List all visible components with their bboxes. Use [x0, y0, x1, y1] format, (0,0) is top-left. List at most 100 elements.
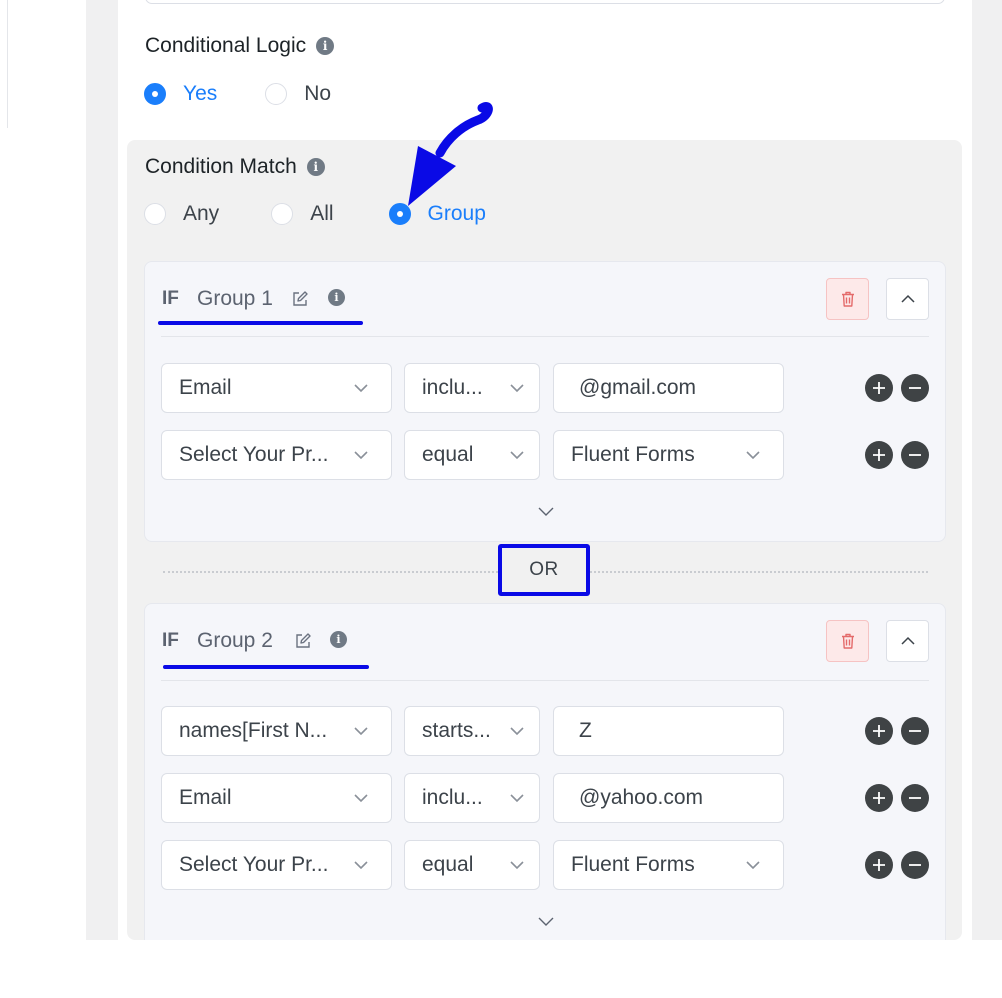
- trash-icon: [841, 291, 854, 307]
- operator-select-value: inclu...: [422, 786, 483, 809]
- remove-condition-button[interactable]: [901, 851, 929, 879]
- chevron-down-icon: [354, 451, 368, 460]
- radio-dot[interactable]: [144, 203, 166, 225]
- field-select-value: Select Your Pr...: [179, 853, 329, 876]
- group-name: Group 2: [197, 629, 273, 652]
- value-input[interactable]: @gmail.com: [553, 363, 784, 413]
- add-condition-button[interactable]: [865, 441, 893, 469]
- radio-no-label: No: [304, 82, 332, 105]
- edit-icon[interactable]: [291, 290, 309, 308]
- delete-group-button[interactable]: [826, 620, 869, 662]
- value-input[interactable]: @yahoo.com: [553, 773, 784, 823]
- trash-icon: [841, 633, 854, 649]
- conditional-logic-heading: Conditional Logic i: [145, 34, 335, 58]
- chevron-down-icon: [354, 727, 368, 736]
- radio-no[interactable]: No: [265, 82, 331, 106]
- chevron-down-icon: [354, 794, 368, 803]
- expand-chevron-icon[interactable]: [538, 505, 554, 517]
- previous-field-edge: [145, 0, 945, 4]
- chevron-down-icon: [510, 727, 524, 736]
- radio-yes[interactable]: Yes: [144, 82, 217, 106]
- operator-select[interactable]: equal: [404, 430, 540, 480]
- bottom-blank-area: [0, 940, 1002, 998]
- or-divider-right: [590, 571, 928, 573]
- remove-condition-button[interactable]: [901, 717, 929, 745]
- minus-circle-icon: [909, 454, 921, 456]
- operator-select[interactable]: inclu...: [404, 363, 540, 413]
- or-label: OR: [529, 559, 559, 580]
- chevron-down-icon: [510, 384, 524, 393]
- chevron-up-icon: [900, 294, 915, 303]
- minus-circle-icon: [909, 797, 921, 799]
- add-condition-button[interactable]: [865, 851, 893, 879]
- info-icon[interactable]: i: [306, 158, 325, 176]
- operator-select-value: equal: [422, 443, 474, 466]
- condition-group-1: IF Group 1 i Email inclu... @gmail.com S…: [144, 261, 946, 542]
- add-condition-button[interactable]: [865, 374, 893, 402]
- operator-select-value: starts...: [422, 719, 491, 742]
- remove-condition-button[interactable]: [901, 784, 929, 812]
- field-select[interactable]: names[First N...: [161, 706, 392, 756]
- chevron-down-icon: [510, 794, 524, 803]
- operator-select[interactable]: starts...: [404, 706, 540, 756]
- plus-circle-icon: [873, 725, 885, 737]
- value-input-text: @gmail.com: [579, 376, 697, 399]
- annotation-underline: [163, 665, 369, 669]
- add-condition-button[interactable]: [865, 784, 893, 812]
- info-icon[interactable]: i: [330, 631, 347, 648]
- group-header: IF Group 2 i: [145, 604, 945, 680]
- radio-all-label: All: [310, 202, 334, 225]
- condition-group-2: IF Group 2 i names[First N... starts... …: [144, 603, 946, 948]
- value-input[interactable]: Z: [553, 706, 784, 756]
- operator-select-value: equal: [422, 853, 474, 876]
- remove-condition-button[interactable]: [901, 441, 929, 469]
- minus-circle-icon: [909, 387, 921, 389]
- minus-circle-icon: [909, 730, 921, 732]
- plus-circle-icon: [873, 859, 885, 871]
- radio-any-label: Any: [183, 202, 220, 225]
- remove-condition-button[interactable]: [901, 374, 929, 402]
- operator-select[interactable]: inclu...: [404, 773, 540, 823]
- radio-dot[interactable]: [265, 83, 288, 105]
- info-icon[interactable]: i: [316, 37, 335, 55]
- condition-match-heading: Condition Match i: [145, 155, 325, 179]
- value-select[interactable]: Fluent Forms: [553, 430, 784, 480]
- value-select[interactable]: Fluent Forms: [553, 840, 784, 890]
- group-name: Group 1: [197, 287, 273, 310]
- operator-select[interactable]: equal: [404, 840, 540, 890]
- collapse-group-button[interactable]: [886, 620, 929, 662]
- expand-chevron-icon[interactable]: [538, 915, 554, 927]
- field-select-value: Select Your Pr...: [179, 443, 329, 466]
- field-select[interactable]: Select Your Pr...: [161, 840, 392, 890]
- chevron-up-icon: [900, 636, 915, 645]
- add-condition-button[interactable]: [865, 717, 893, 745]
- value-input-text: Z: [579, 719, 592, 742]
- conditional-logic-label: Conditional Logic: [145, 34, 307, 57]
- condition-match-label: Condition Match: [145, 155, 297, 178]
- group-divider: [161, 680, 929, 681]
- annotation-arrow: [408, 102, 493, 206]
- group-if-label: IF: [162, 288, 179, 309]
- chevron-down-icon: [354, 861, 368, 870]
- plus-circle-icon: [873, 792, 885, 804]
- chevron-down-icon: [354, 384, 368, 393]
- info-icon[interactable]: i: [328, 289, 345, 306]
- group-if-label: IF: [162, 630, 179, 651]
- radio-dot[interactable]: [271, 203, 294, 225]
- value-select-value: Fluent Forms: [571, 853, 695, 876]
- or-separator: OR: [498, 544, 590, 596]
- chevron-down-icon: [746, 451, 760, 460]
- radio-all[interactable]: All: [271, 202, 334, 226]
- field-select[interactable]: Email: [161, 363, 392, 413]
- delete-group-button[interactable]: [826, 278, 869, 320]
- group-header: IF Group 1 i: [145, 262, 945, 338]
- chevron-down-icon: [510, 451, 524, 460]
- edit-icon[interactable]: [294, 632, 312, 650]
- collapse-group-button[interactable]: [886, 278, 929, 320]
- radio-any[interactable]: Any: [144, 202, 219, 226]
- field-select[interactable]: Email: [161, 773, 392, 823]
- annotation-underline: [158, 321, 363, 325]
- field-select-value: Email: [179, 786, 232, 809]
- field-select[interactable]: Select Your Pr...: [161, 430, 392, 480]
- radio-dot[interactable]: [144, 83, 166, 105]
